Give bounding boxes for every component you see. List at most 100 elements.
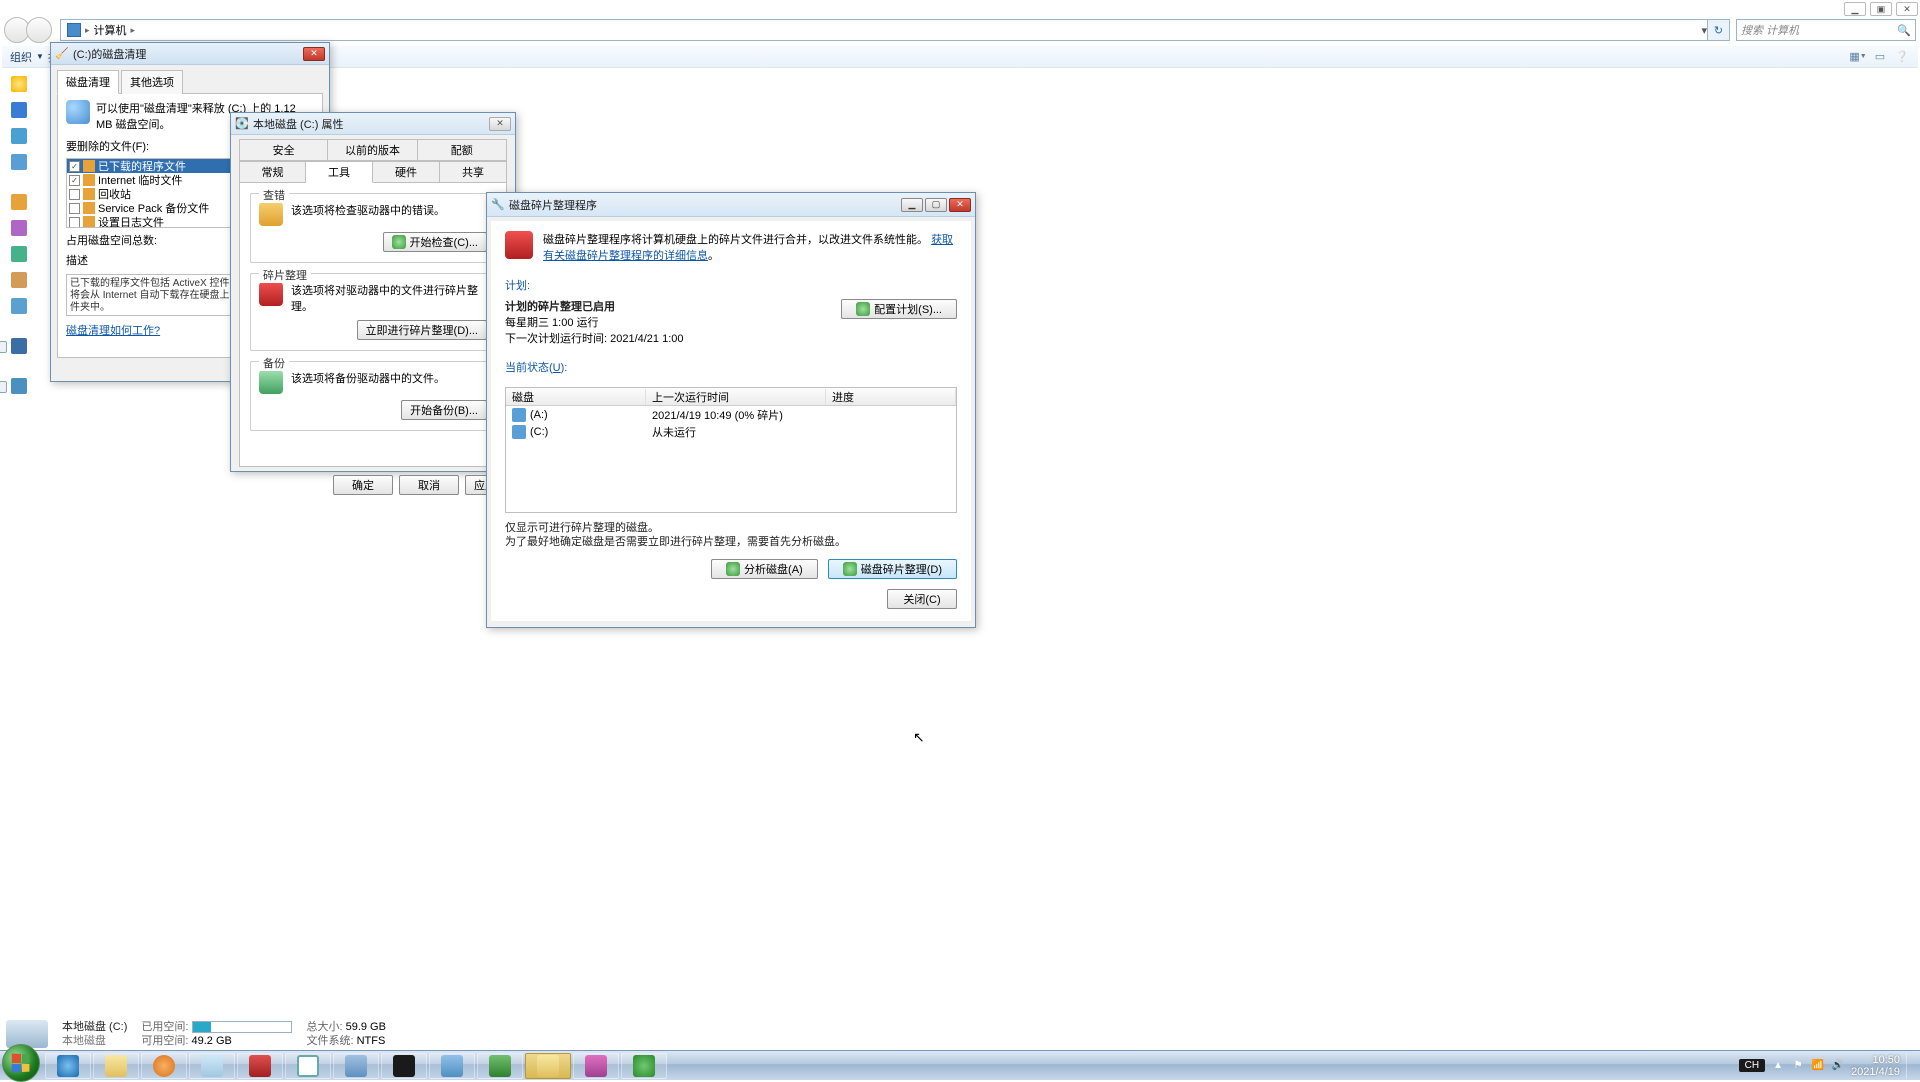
cmd-icon [393,1055,415,1077]
checkbox[interactable] [69,161,80,172]
tab-sharing[interactable]: 共享 [440,161,507,183]
preview-pane-icon[interactable]: ▭ [1872,49,1888,65]
taskbar-item-ie[interactable] [45,1053,91,1079]
checkbox[interactable] [69,203,80,214]
taskbar-item-cmd[interactable] [381,1053,427,1079]
volume-tray-icon[interactable]: 🔊 [1831,1059,1845,1073]
taskbar-item-app4[interactable] [477,1053,523,1079]
tab-quota[interactable]: 配额 [418,139,507,161]
tab-security[interactable]: 安全 [239,139,328,161]
taskbar-item-app3[interactable] [429,1053,475,1079]
total-size-value: 59.9 GB [346,1021,386,1033]
table-row[interactable]: (A:) 2021/4/19 10:49 (0% 碎片) [506,406,956,423]
network-icon[interactable] [11,378,27,394]
nav-forward-button[interactable] [26,17,52,43]
breadcrumb-chevron-icon: ▸ [85,25,90,36]
schedule-section-label: 计划: [505,277,957,293]
taskbar-item-app6[interactable] [621,1053,667,1079]
libraries-icon[interactable] [11,194,27,210]
file-icon [83,216,95,228]
address-bar[interactable]: ▸ 计算机 ▸ ▾ [60,19,1708,41]
configure-schedule-button[interactable]: 配置计划(S)... [841,299,957,319]
address-dropdown-icon[interactable]: ▾ [1701,24,1707,37]
defragment-disk-button[interactable]: 磁盘碎片整理(D) [828,559,957,579]
desktop-icon[interactable] [11,128,27,144]
explorer-minimize-button[interactable]: ▁ [1844,2,1866,16]
analyze-disk-button[interactable]: 分析磁盘(A) [711,559,818,579]
music-icon[interactable] [11,298,27,314]
clock[interactable]: 10:50 2021/4/19 [1851,1054,1900,1078]
maximize-button[interactable] [925,198,947,212]
close-button[interactable] [949,198,971,212]
checkbox[interactable] [69,189,80,200]
ok-button[interactable]: 确定 [333,475,393,495]
cancel-button[interactable]: 取消 [399,475,459,495]
organize-menu[interactable]: 组织 [10,49,32,65]
drive-icon: 💽 [235,117,249,131]
tab-general[interactable]: 常规 [239,161,306,183]
checkbox[interactable] [69,217,80,228]
drive-type: 本地磁盘 [62,1034,127,1048]
checkbox[interactable] [69,175,80,186]
tab-tools[interactable]: 工具 [306,161,373,183]
button-label: 立即进行碎片整理(D)... [366,322,478,338]
recent-icon[interactable] [11,154,27,170]
start-button[interactable] [2,1044,40,1082]
help-icon[interactable]: ❔ [1894,49,1910,65]
error-checking-group: 查错 该选项将检查驱动器中的错误。 开始检查(C)... [250,193,496,263]
explorer-close-button[interactable]: ✕ [1896,2,1918,16]
action-center-icon[interactable]: ⚑ [1791,1059,1805,1073]
taskbar-item-app1[interactable] [237,1053,283,1079]
search-input[interactable]: 搜索 计算机 🔍 [1736,19,1916,41]
taskbar-item-mediaplayer[interactable] [141,1053,187,1079]
column-header-lastrun[interactable]: 上一次运行时间 [646,389,826,405]
window-title: 本地磁盘 (C:) 属性 [253,116,343,132]
column-header-disk[interactable]: 磁盘 [506,389,646,405]
taskbar-item-magnifier[interactable] [285,1053,331,1079]
tray-icon[interactable]: ▲ [1771,1059,1785,1073]
tab-disk-cleanup[interactable]: 磁盘清理 [57,70,119,94]
defragment-now-button[interactable]: 立即进行碎片整理(D)... [357,320,487,340]
favorites-icon[interactable] [11,76,27,92]
check-now-button[interactable]: 开始检查(C)... [383,232,487,252]
column-header-progress[interactable]: 进度 [826,389,956,405]
language-indicator[interactable]: CH [1739,1059,1765,1072]
homegroup-icon[interactable] [11,338,27,354]
used-space-label: 已用空间: [141,1021,188,1033]
button-label: 开始检查(C)... [410,234,478,250]
app-icon [441,1055,463,1077]
backup-now-button[interactable]: 开始备份(B)... [401,400,487,420]
downloads-icon[interactable] [11,102,27,118]
tab-previous-versions[interactable]: 以前的版本 [328,139,417,161]
view-menu-icon[interactable]: ▦▼ [1850,49,1866,65]
pictures-icon[interactable] [11,246,27,262]
close-button[interactable]: 关闭(C) [887,589,957,609]
hint-line-2: 为了最好地确定磁盘是否需要立即进行碎片整理，需要首先分析磁盘。 [505,535,957,549]
taskbar-item-explorer[interactable] [93,1053,139,1079]
magnifier-icon [297,1055,319,1077]
filesystem-value: NTFS [357,1035,386,1047]
table-row[interactable]: (C:) 从未运行 [506,423,956,440]
minimize-button[interactable] [901,198,923,212]
disk-list[interactable]: 磁盘 上一次运行时间 进度 (A:) 2021/4/19 10:49 (0% 碎… [505,387,957,513]
explorer-restore-button[interactable]: ▣ [1870,2,1892,16]
taskbar-item-explorer-active[interactable] [525,1053,571,1079]
shield-icon [726,562,740,576]
documents-icon[interactable] [11,272,27,288]
how-cleanup-works-link[interactable]: 磁盘清理如何工作? [66,322,160,338]
defragmenter-large-icon [505,231,533,259]
intro-text: 磁盘碎片整理程序将计算机硬盘上的碎片文件进行合并，以改进文件系统性能。 [543,234,928,246]
breadcrumb-chevron-icon: ▸ [131,25,136,36]
videos-icon[interactable] [11,220,27,236]
taskbar-item-app2[interactable] [333,1053,379,1079]
taskbar-item-app5[interactable] [573,1053,619,1079]
show-desktop-button[interactable] [1906,1053,1914,1079]
close-button[interactable] [303,47,325,61]
tab-hardware[interactable]: 硬件 [373,161,440,183]
network-tray-icon[interactable]: 📶 [1811,1059,1825,1073]
close-button[interactable] [489,117,511,131]
tab-other-options[interactable]: 其他选项 [121,70,183,94]
breadcrumb-item[interactable]: 计算机 [94,22,127,38]
refresh-button[interactable]: ↻ [1708,19,1730,41]
taskbar-item-notepad[interactable] [189,1053,235,1079]
